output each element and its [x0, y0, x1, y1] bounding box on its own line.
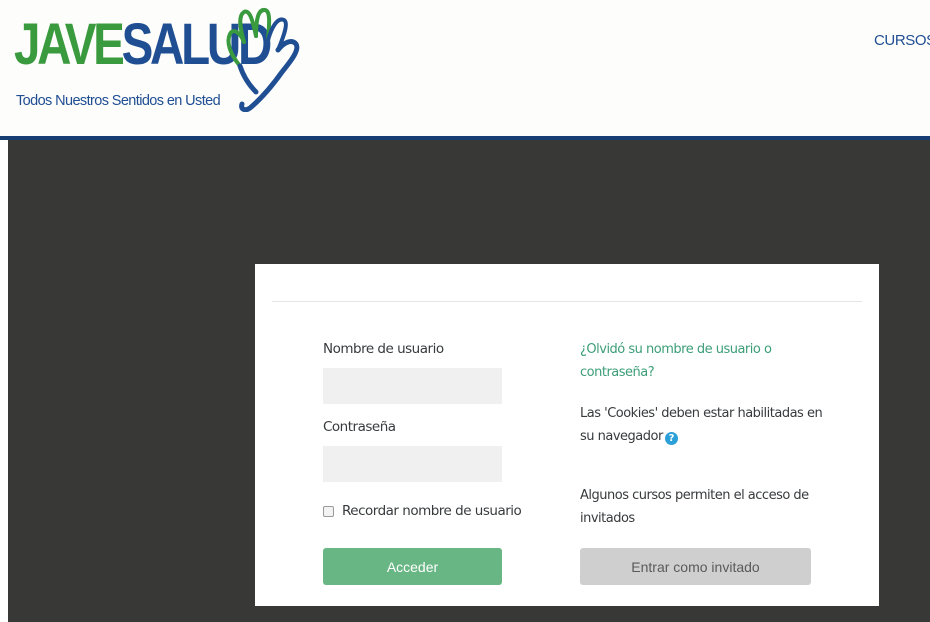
- forgot-credentials-block: ¿Olvidó su nombre de usuario o contraseñ…: [580, 338, 830, 384]
- nav-courses-menu[interactable]: CURSOS▾: [874, 32, 930, 49]
- login-button[interactable]: Acceder: [323, 548, 502, 585]
- question-circle-icon[interactable]: ?: [664, 432, 678, 445]
- nav-courses-label: CURSOS: [874, 32, 930, 49]
- username-label: Nombre de usuario: [323, 341, 444, 357]
- password-label: Contraseña: [323, 419, 396, 435]
- cookies-notice: Las 'Cookies' deben estar habilitadas en…: [580, 406, 823, 444]
- guest-login-button[interactable]: Entrar como invitado: [580, 548, 811, 585]
- remember-username-row[interactable]: Recordar nombre de usuario: [323, 502, 522, 520]
- guest-access-notice: Algunos cursos permiten el acceso de inv…: [580, 488, 809, 526]
- card-divider: [272, 301, 862, 302]
- hand-logo-icon: [226, 8, 300, 112]
- site-header: JAVESALUD Todos Nuestros Sentidos en Ust…: [0, 0, 930, 136]
- logo-tagline: Todos Nuestros Sentidos en Usted: [16, 93, 221, 109]
- guest-notice-block: Algunos cursos permiten el acceso de inv…: [580, 484, 830, 530]
- login-card: Nombre de usuario Contraseña Recordar no…: [255, 264, 879, 606]
- forgot-credentials-link[interactable]: ¿Olvidó su nombre de usuario o contraseñ…: [580, 342, 772, 380]
- site-logo[interactable]: JAVESALUD Todos Nuestros Sentidos en Ust…: [14, 6, 314, 120]
- password-input[interactable]: [323, 446, 502, 482]
- remember-username-checkbox[interactable]: [323, 505, 334, 517]
- username-input[interactable]: [323, 368, 502, 404]
- cookies-notice-block: Las 'Cookies' deben estar habilitadas en…: [580, 402, 830, 448]
- remember-username-label[interactable]: Recordar nombre de usuario: [342, 503, 522, 519]
